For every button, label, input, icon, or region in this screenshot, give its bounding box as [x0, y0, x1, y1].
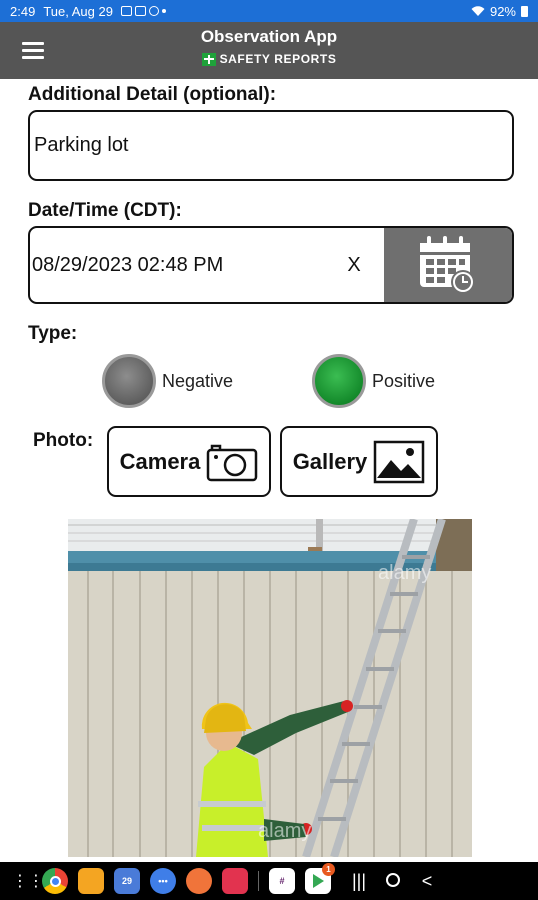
type-label: Type:	[28, 323, 78, 344]
worker-on-ladder-photo: alamy alamy	[68, 519, 472, 857]
recents-button[interactable]: |||	[347, 871, 371, 892]
datetime-label: Date/Time (CDT):	[28, 200, 182, 221]
notification-message-icon	[134, 6, 146, 16]
additional-detail-value: Parking lot	[34, 134, 129, 156]
app-title: Observation App	[200, 27, 338, 46]
first-aid-cross-icon	[201, 52, 216, 66]
calendar-icon[interactable]: 29	[114, 868, 140, 894]
brand-logo: SAFETY REPORTS	[0, 52, 538, 66]
play-triangle-icon	[313, 874, 324, 888]
play-store-badge: 1	[322, 863, 335, 876]
contacts-icon[interactable]	[186, 868, 212, 894]
back-button[interactable]: <	[415, 871, 439, 892]
negative-radio-circle	[102, 354, 156, 408]
notification-more-icon	[161, 9, 166, 13]
datetime-value: 08/29/2023 02:48 PM	[32, 253, 224, 276]
photo-preview: alamy alamy	[68, 519, 472, 857]
additional-detail-input[interactable]: Parking lot	[28, 110, 514, 181]
type-positive-radio[interactable]: Positive	[312, 354, 435, 408]
clear-datetime-button[interactable]: X	[324, 228, 384, 302]
messages-icon[interactable]: •••	[150, 868, 176, 894]
battery-icon	[521, 5, 528, 17]
battery-level: 92%	[489, 3, 516, 19]
image-icon	[374, 440, 425, 483]
positive-radio-circle	[312, 354, 366, 408]
datetime-field: 08/29/2023 02:48 PM X	[28, 226, 514, 304]
notification-sync-icon	[148, 6, 159, 16]
photo-watermark-2: alamy	[258, 820, 311, 842]
status-date: Tue, Aug 29	[43, 3, 113, 19]
camera-button-label: Camera	[119, 448, 201, 474]
app-header: Observation App SAFETY REPORTS	[0, 22, 538, 79]
photo-watermark: alamy	[378, 562, 431, 584]
home-button[interactable]	[381, 871, 405, 892]
apps-grid-icon[interactable]: ⋮⋮	[12, 871, 44, 891]
status-bar: 2:49 Tue, Aug 29 92%	[0, 0, 538, 22]
files-icon[interactable]	[78, 868, 104, 894]
photo-label: Photo:	[33, 430, 94, 451]
gallery-button-label: Gallery	[292, 448, 368, 474]
datetime-input[interactable]: 08/29/2023 02:48 PM	[30, 228, 324, 302]
notification-image-icon	[120, 6, 132, 16]
wifi-icon	[471, 5, 485, 16]
status-time: 2:49	[10, 3, 36, 19]
navigation-bar: ⋮⋮ 29 ••• # 1 ||| <	[0, 862, 538, 900]
nav-separator	[258, 871, 259, 891]
positive-label: Positive	[372, 370, 436, 391]
additional-detail-label: Additional Detail (optional):	[28, 84, 277, 105]
camera-app-icon[interactable]	[222, 868, 248, 894]
calendar-clock-icon	[420, 236, 475, 294]
gallery-button[interactable]: Gallery	[280, 426, 438, 497]
brand-text: SAFETY REPORTS	[219, 52, 337, 66]
calendar-day: 29	[121, 876, 132, 886]
chrome-icon[interactable]	[42, 868, 68, 894]
camera-button[interactable]: Camera	[107, 426, 271, 497]
calendar-picker-button[interactable]	[384, 228, 512, 302]
slack-icon[interactable]: #	[269, 868, 295, 894]
type-negative-radio[interactable]: Negative	[102, 354, 233, 408]
negative-label: Negative	[162, 370, 234, 391]
play-store-icon[interactable]: 1	[305, 863, 335, 894]
camera-icon	[207, 444, 258, 481]
